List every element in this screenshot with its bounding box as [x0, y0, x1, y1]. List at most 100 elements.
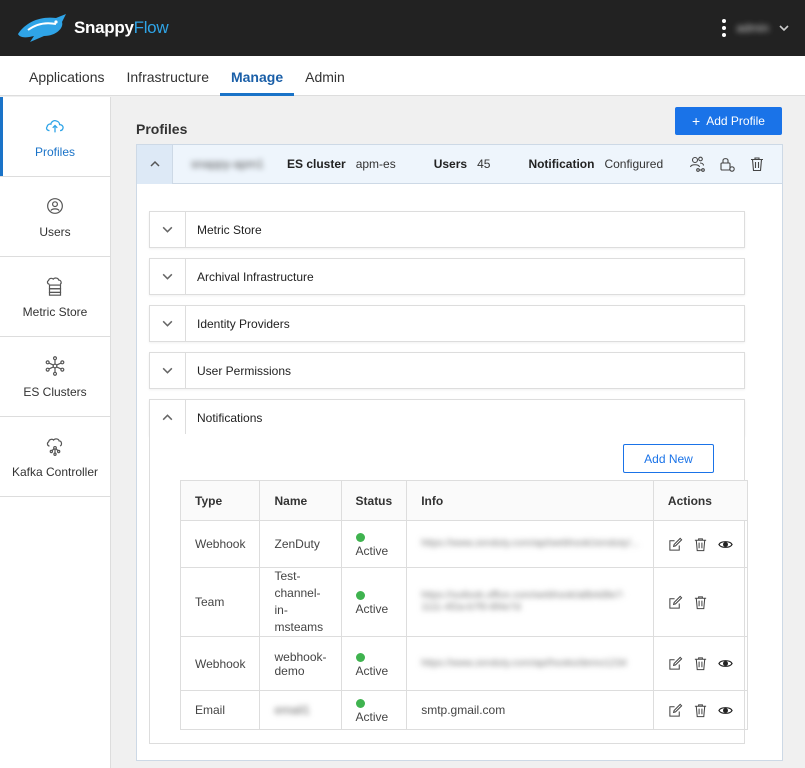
chevron-down-icon [162, 226, 173, 233]
actions-cell [652, 690, 748, 730]
type-cell: Team [179, 567, 261, 637]
chevron-down-icon[interactable] [779, 23, 789, 33]
snappyflow-logo-icon [18, 14, 66, 42]
profile-collapse-button[interactable] [137, 144, 173, 184]
status-cell: Active [340, 520, 408, 568]
accordion-toggle[interactable] [150, 400, 186, 435]
chevron-up-icon [149, 160, 160, 167]
manage-users-icon[interactable] [688, 155, 706, 173]
profile-card: snappy-apm1 ES cluster apm-es Users 45 N… [136, 144, 783, 761]
status-text: Active [355, 544, 389, 558]
name-text: email1 [274, 703, 310, 717]
actions-cell [652, 520, 748, 568]
cloud-upload-icon [45, 119, 64, 132]
sidebar-item-es-clusters[interactable]: ES Clusters [0, 337, 110, 417]
es-cluster-value: apm-es [355, 157, 396, 171]
name-cell: email1 [259, 690, 342, 730]
main-content: Profiles + Add Profile snappy-apm1 ES cl… [111, 97, 805, 768]
profile-header: snappy-apm1 ES cluster apm-es Users 45 N… [137, 144, 782, 184]
tab-manage[interactable]: Manage [219, 69, 295, 96]
info-cell: https://outlook.office.com/webhook/a8b4d… [406, 567, 654, 637]
es-cluster-label: ES cluster [287, 157, 346, 171]
sidebar-item-label: ES Clusters [23, 384, 87, 399]
main-nav: Applications Infrastructure Manage Admin [0, 56, 805, 96]
sidebar-item-label: Profiles [34, 144, 75, 159]
delete-icon[interactable] [693, 703, 708, 718]
delete-icon[interactable] [693, 595, 708, 610]
add-new-button[interactable]: Add New [623, 444, 714, 473]
network-icon [45, 355, 65, 376]
delete-icon[interactable] [693, 537, 708, 552]
accordion-title: Notifications [197, 410, 263, 425]
sidebar-item-profiles[interactable]: Profiles [0, 97, 110, 177]
status-cell: Active [340, 567, 408, 637]
delete-icon[interactable] [693, 656, 708, 671]
notifications-table: Type Name Status Info Actions Webhook Ze… [179, 480, 748, 730]
view-icon[interactable] [718, 703, 733, 718]
user-menu[interactable]: admin [722, 19, 789, 37]
add-profile-label: Add Profile [706, 114, 765, 128]
status-cell: Active [340, 636, 408, 691]
brand-name-part1: Snappy [74, 18, 134, 37]
chevron-down-icon [162, 273, 173, 280]
view-icon[interactable] [718, 656, 733, 671]
status-dot [355, 699, 365, 709]
add-profile-button[interactable]: + Add Profile [675, 107, 782, 135]
lock-settings-icon[interactable] [718, 155, 736, 173]
column-header: Type [179, 480, 261, 521]
accordion-metric-store[interactable]: Metric Store [149, 211, 745, 248]
delete-icon[interactable] [748, 155, 766, 173]
accordion-user-permissions[interactable]: User Permissions [149, 352, 745, 389]
sidebar-item-label: Users [39, 224, 71, 239]
tab-infrastructure[interactable]: Infrastructure [116, 69, 220, 95]
edit-icon[interactable] [668, 595, 683, 610]
edit-icon[interactable] [668, 703, 683, 718]
chevron-up-icon [162, 414, 173, 421]
brand-name: SnappyFlow [74, 18, 169, 38]
table-row: Webhook ZenDuty Active https://www.zendu… [179, 520, 748, 568]
top-bar: SnappyFlow admin [0, 0, 805, 56]
sidebar-item-kafka-controller[interactable]: Kafka Controller [0, 417, 110, 497]
info-text: https://www.zenduty.com/api/webhook/zend… [421, 538, 639, 549]
status-text: Active [355, 602, 389, 616]
page-title: Profiles [136, 121, 188, 137]
column-header: Actions [652, 480, 748, 521]
notification-value: Configured [604, 157, 664, 171]
actions-cell [652, 567, 748, 637]
info-cell: https://www.zenduty.com/api/webhook/zend… [406, 520, 654, 568]
accordion-toggle[interactable] [150, 259, 186, 294]
sidebar-item-metric-store[interactable]: Metric Store [0, 257, 110, 337]
name-cell: ZenDuty [259, 520, 342, 568]
accordion-archival-infrastructure[interactable]: Archival Infrastructure [149, 258, 745, 295]
table-header-row: Type Name Status Info Actions [179, 480, 748, 521]
accordion-identity-providers[interactable]: Identity Providers [149, 305, 745, 342]
profile-actions [688, 155, 782, 173]
edit-icon[interactable] [668, 537, 683, 552]
name-cell: Test-channel-in-msteams [259, 567, 342, 637]
accordion-title: Metric Store [197, 222, 262, 237]
cloud-server-icon [46, 276, 62, 296]
status-cell: Active [340, 690, 408, 730]
sidebar: Profiles Users Metric Store ES Clusters … [0, 97, 111, 768]
tab-applications[interactable]: Applications [18, 69, 116, 95]
info-text: https://www.zenduty.com/api/hooks/demo12… [421, 657, 627, 669]
accordion-notifications[interactable]: Notifications [149, 399, 745, 436]
edit-icon[interactable] [668, 656, 683, 671]
logo[interactable]: SnappyFlow [16, 8, 169, 48]
type-cell: Webhook [179, 520, 261, 568]
status-dot [355, 652, 365, 662]
view-icon[interactable] [718, 537, 733, 552]
accordion-toggle[interactable] [150, 353, 186, 388]
sidebar-item-users[interactable]: Users [0, 177, 110, 257]
name-cell: webhook-demo [259, 636, 342, 691]
accordion-toggle[interactable] [150, 212, 186, 247]
users-label: Users [433, 157, 468, 171]
more-vertical-icon[interactable] [722, 19, 727, 37]
notification-label: Notification [528, 157, 595, 171]
accordion-toggle[interactable] [150, 306, 186, 341]
brand-name-part2: Flow [133, 18, 169, 37]
tab-admin[interactable]: Admin [294, 69, 356, 95]
column-header: Name [259, 480, 342, 521]
actions-cell [652, 636, 748, 691]
type-cell: Webhook [179, 636, 261, 691]
